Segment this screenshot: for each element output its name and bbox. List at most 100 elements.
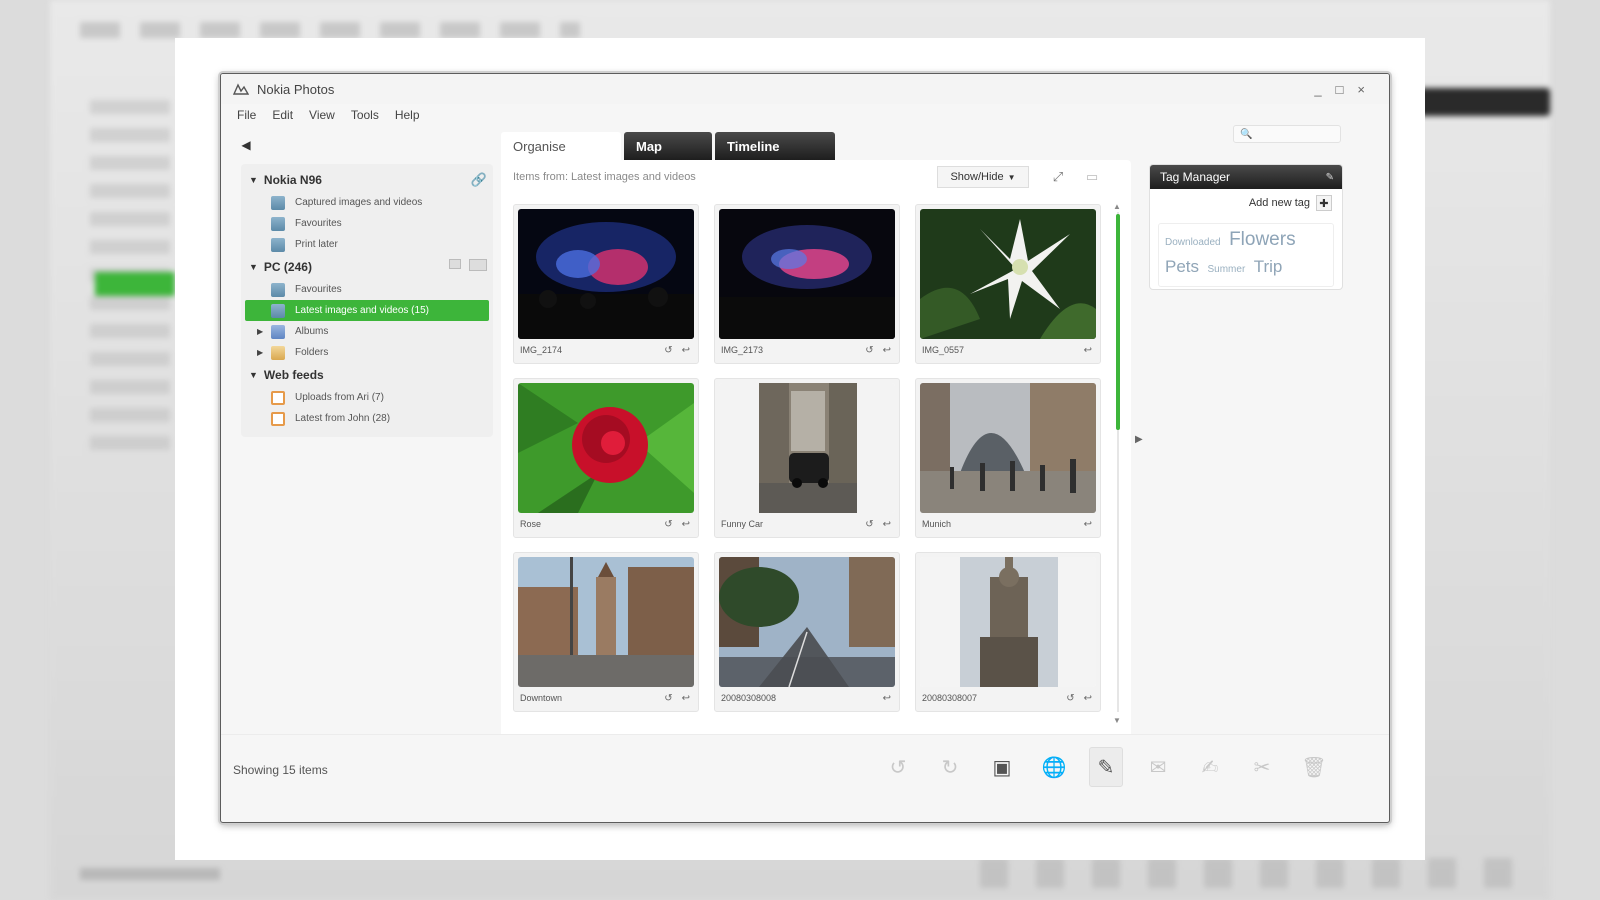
tab-map[interactable]: Map [624,132,712,160]
share-icon[interactable]: ↩ [1084,345,1092,356]
collapse-right-panel-icon[interactable]: ▶ [1135,434,1143,445]
photo-tile[interactable]: Rose ↺ ↩ [513,378,699,538]
sidebar-item-feed-john[interactable]: Latest from John (28) [241,408,493,429]
tag-item[interactable]: Summer [1207,264,1245,275]
share-icon[interactable]: ↩ [883,519,891,530]
photo-thumbnail[interactable] [719,383,895,513]
share-icon[interactable]: ↩ [1084,693,1092,704]
sidebar-item-favourites-device[interactable]: Favourites [241,213,493,234]
section-nokia-n96[interactable]: ▼ Nokia N96 🔗 [241,168,493,192]
photo-tile[interactable]: Downtown ↺ ↩ [513,552,699,712]
share-icon[interactable]: ↩ [883,345,891,356]
expand-triangle-icon[interactable]: ▼ [249,370,258,380]
photo-tile[interactable]: IMG_2173 ↺ ↩ [714,204,900,364]
section-web-feeds[interactable]: ▼ Web feeds [241,363,493,387]
rotate-right-icon[interactable]: ↻ [933,747,967,787]
expand-triangle-icon[interactable]: ▼ [249,262,258,272]
rotate-icon[interactable]: ↺ [664,693,672,704]
add-tag-button[interactable]: ✚ [1316,195,1332,211]
photo-tile[interactable]: 20080308008 ↩ [714,552,900,712]
photo-tile[interactable]: IMG_0557 ↩ [915,204,1101,364]
email-icon[interactable]: ✉ [1141,747,1175,787]
share-icon[interactable]: ↩ [682,519,690,530]
photo-thumbnail[interactable] [719,209,895,339]
tab-organise[interactable]: Organise [501,132,621,160]
feed-icon [271,411,285,426]
sidebar-item-albums[interactable]: ▶ Albums [241,321,493,342]
minimize-button[interactable]: _ [1314,82,1321,97]
share-icon[interactable]: ↩ [1084,519,1092,530]
sidebar-item-folders[interactable]: ▶ Folders [241,342,493,363]
expand-arrow-icon[interactable]: ▶ [257,348,263,357]
close-button[interactable]: × [1357,82,1365,97]
rotate-icon[interactable]: ↺ [1066,693,1074,704]
photo-tile[interactable]: Funny Car ↺ ↩ [714,378,900,538]
tag-item[interactable]: Trip [1254,257,1283,276]
tab-timeline[interactable]: Timeline [715,132,835,160]
share-icon[interactable]: ↩ [883,693,891,704]
add-tag-row: Add new tag ✚ [1150,189,1342,217]
tag-item[interactable]: Downloaded [1165,237,1221,248]
photo-thumbnail[interactable] [920,383,1096,513]
slideshow-screen-icon[interactable]: ▭ [1083,168,1101,186]
grid-view-icon[interactable] [469,259,487,271]
fullscreen-expand-icon[interactable]: ⤢ [1049,168,1067,186]
rotate-icon[interactable]: ↺ [664,519,672,530]
tag-item[interactable]: Pets [1165,257,1199,276]
photo-thumbnail[interactable] [518,383,694,513]
menu-help[interactable]: Help [395,108,420,122]
expand-triangle-icon[interactable]: ▼ [249,175,258,185]
show-hide-dropdown[interactable]: Show/Hide ▼ [937,166,1029,188]
rotate-left-icon[interactable]: ↺ [881,747,915,787]
vertical-scrollbar[interactable]: ▲ ▼ [1113,202,1121,744]
scroll-thumb[interactable] [1116,214,1120,430]
main-content: Organise Map Timeline Items from: Latest… [501,132,1131,782]
view-photo-icon[interactable]: ▣ [985,747,1019,787]
photo-thumbnail[interactable] [920,557,1096,687]
tag-cloud: Downloaded Flowers Pets Summer Trip [1158,223,1334,287]
section-pc[interactable]: ▼ PC (246) [241,255,493,279]
delete-icon[interactable]: 🗑 [1297,747,1331,787]
share-icon[interactable]: ↩ [682,345,690,356]
menu-file[interactable]: File [237,108,256,122]
scroll-up-icon[interactable]: ▲ [1113,202,1121,211]
comment-icon[interactable]: ✍ [1193,747,1227,787]
photo-thumbnail[interactable] [719,557,895,687]
sidebar-item-favourites-pc[interactable]: Favourites [241,279,493,300]
search-input[interactable]: 🔍 [1233,125,1341,143]
list-view-icon[interactable] [449,259,461,269]
maximize-button[interactable]: □ [1336,82,1344,97]
photo-tile[interactable]: Munich ↩ [915,378,1101,538]
photo-thumbnail[interactable] [518,557,694,687]
search-icon: 🔍 [1240,128,1253,140]
rotate-icon[interactable]: ↺ [664,345,672,356]
photo-thumbnail[interactable] [920,209,1096,339]
back-arrow-icon[interactable]: ◀ [237,136,255,154]
sidebar-item-feed-ari[interactable]: Uploads from Ari (7) [241,387,493,408]
photo-tile[interactable]: 20080308007 ↺ ↩ [915,552,1101,712]
status-bar: Showing 15 items ↺ ↻ ▣ 🌐 ✎ ✉ ✍ ✂ 🗑 [221,734,1389,804]
sidebar-item-label: Folders [295,347,329,358]
tag-item[interactable]: Flowers [1229,229,1296,250]
device-link-icon[interactable]: 🔗 [471,172,487,188]
expand-arrow-icon[interactable]: ▶ [257,327,263,336]
rotate-icon[interactable]: ↺ [865,345,873,356]
photo-thumbnail[interactable] [518,209,694,339]
sidebar-item-captured[interactable]: Captured images and videos [241,192,493,213]
menu-edit[interactable]: Edit [272,108,293,122]
rotate-icon[interactable]: ↺ [865,519,873,530]
menu-tools[interactable]: Tools [351,108,379,122]
edit-icon[interactable]: ✂ [1245,747,1279,787]
pin-icon[interactable]: ✎ [1326,172,1334,183]
thumbnail-area: Items from: Latest images and videos Sho… [501,160,1131,772]
section-label: Nokia N96 [263,173,322,187]
menu-view[interactable]: View [309,108,335,122]
photo-tile[interactable]: IMG_2174 ↺ ↩ [513,204,699,364]
tag-icon[interactable]: ✎ [1089,747,1123,787]
globe-location-icon[interactable]: 🌐 [1037,747,1071,787]
sidebar-item-latest-images[interactable]: Latest images and videos (15) [245,300,489,321]
sidebar-item-print-later[interactable]: Print later [241,234,493,255]
scroll-down-icon[interactable]: ▼ [1113,716,1121,725]
share-icon[interactable]: ↩ [682,693,690,704]
photo-caption: Munich [922,519,952,529]
